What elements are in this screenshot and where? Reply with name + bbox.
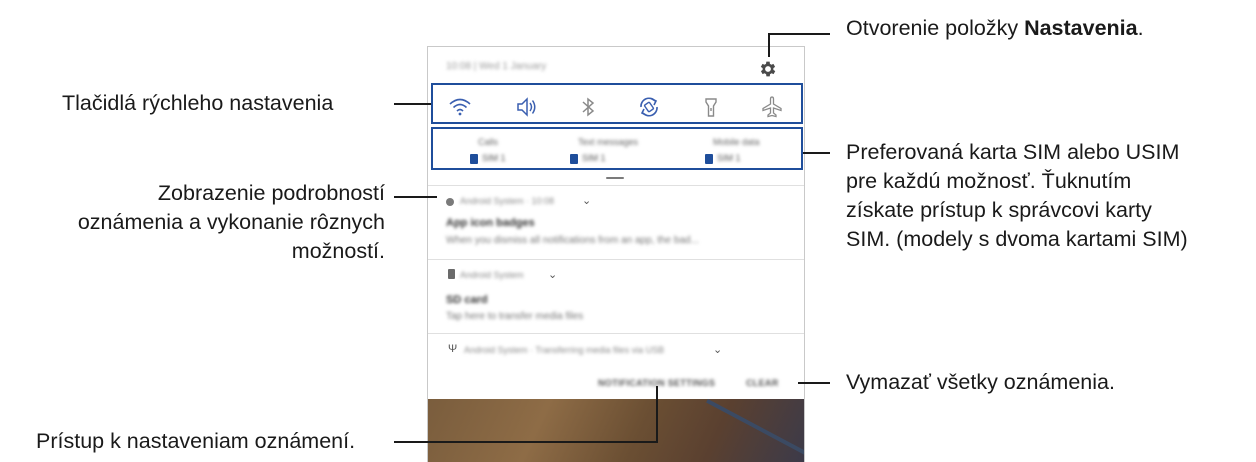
- sd-card-icon: [448, 269, 455, 279]
- clear-button[interactable]: CLEAR: [746, 378, 779, 388]
- sim-options-highlight: [431, 127, 803, 170]
- notification-body: Tap here to transfer media files: [446, 311, 584, 322]
- notification-title: SD card: [446, 294, 488, 306]
- chevron-down-icon[interactable]: ⌄: [582, 194, 591, 207]
- gear-icon[interactable]: [758, 59, 778, 79]
- panel-drag-handle[interactable]: [606, 177, 624, 179]
- callout-details: Zobrazenie podrobností oznámenia a vykon…: [77, 181, 385, 263]
- date-time-text: 10:08 | Wed 1 January: [446, 61, 547, 72]
- callout-quick-settings: Tlačidlá rýchleho nastavenia: [62, 91, 334, 115]
- notification-header: Android System · Transferring media file…: [464, 345, 665, 355]
- callout-sim: Preferovaná karta SIM alebo USIM pre kaž…: [846, 140, 1188, 251]
- usb-icon: Ψ: [448, 343, 458, 355]
- notification-header: Android System: [460, 270, 524, 280]
- callout-line: [768, 33, 770, 57]
- quick-settings-highlight: [431, 83, 803, 124]
- android-system-icon: [446, 198, 454, 206]
- callout-notification-settings: Prístup k nastaveniam oznámení.: [36, 429, 356, 453]
- callout-line: [394, 103, 431, 105]
- callout-line: [394, 441, 658, 443]
- panel-status-row: 10:08 | Wed 1 January: [428, 47, 804, 85]
- home-wallpaper: [428, 399, 804, 462]
- callout-line: [656, 386, 658, 442]
- notification-card[interactable]: Android System · 10:08 ⌄ App icon badges…: [428, 186, 804, 259]
- callout-line: [798, 382, 830, 384]
- callout-line: [394, 196, 437, 198]
- callout-settings: Otvorenie položky Nastavenia.: [846, 16, 1144, 40]
- notification-card[interactable]: Ψ Android System · Transferring media fi…: [428, 334, 804, 369]
- panel-actions: NOTIFICATION SETTINGS CLEAR: [428, 369, 804, 399]
- notification-header: Android System · 10:08: [460, 196, 555, 206]
- callout-line: [768, 33, 830, 35]
- callout-clear: Vymazať všetky oznámenia.: [846, 370, 1115, 394]
- notification-card[interactable]: Android System ⌄ SD card Tap here to tra…: [428, 260, 804, 333]
- chevron-down-icon[interactable]: ⌄: [548, 268, 557, 281]
- callout-line: [803, 152, 830, 154]
- notification-body: When you dismiss all notifications from …: [446, 235, 699, 246]
- notification-title: App icon badges: [446, 217, 535, 229]
- chevron-down-icon[interactable]: ⌄: [713, 343, 722, 356]
